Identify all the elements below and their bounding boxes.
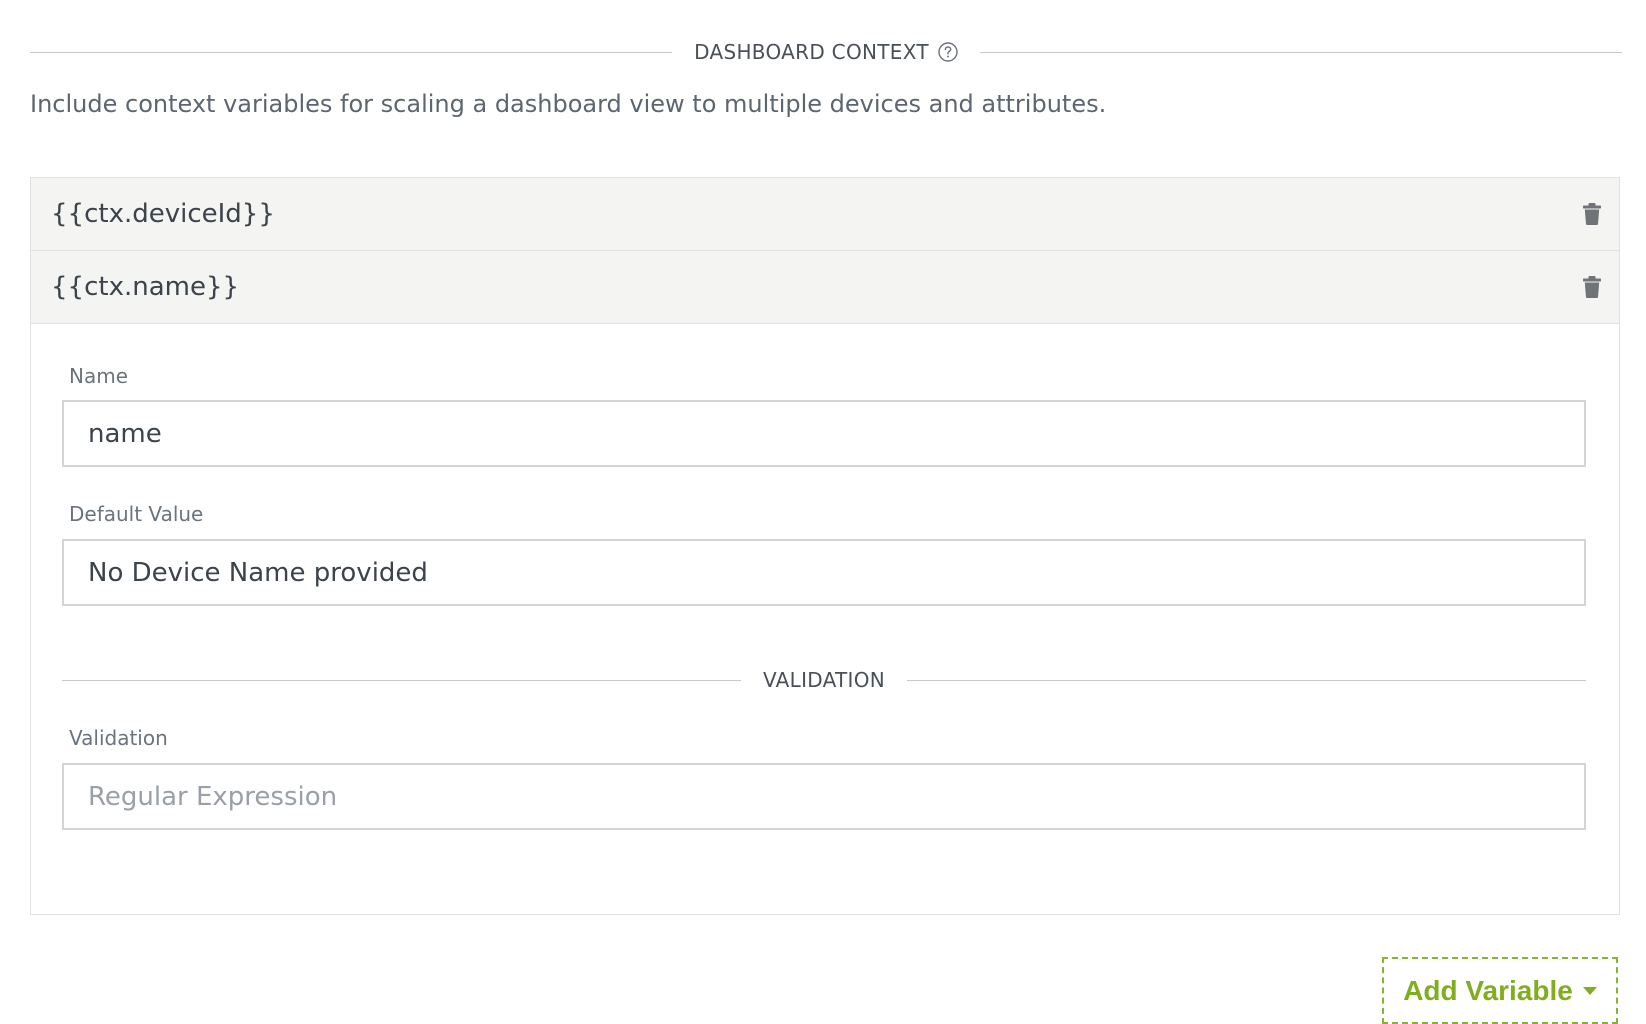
validation-label: Validation [69, 726, 168, 750]
name-label: Name [69, 364, 129, 388]
section-description: Include context variables for scaling a … [30, 90, 1107, 118]
add-variable-button[interactable]: Add Variable [1382, 957, 1618, 1024]
caret-down-icon [1582, 986, 1597, 995]
variable-row-name[interactable]: {{ctx.name}} [31, 251, 1619, 324]
section-title-wrap: DASHBOARD CONTEXT [672, 40, 980, 64]
section-header: DASHBOARD CONTEXT [30, 30, 1622, 74]
default-value-label: Default Value [69, 502, 204, 526]
validation-input[interactable] [62, 763, 1586, 830]
divider-left [30, 51, 673, 53]
default-value-input[interactable] [62, 539, 1586, 606]
divider-right [907, 679, 1586, 681]
variable-editor: Name Default Value VALIDATION Validation [31, 324, 1619, 914]
section-title: DASHBOARD CONTEXT [694, 40, 929, 64]
divider-right [979, 51, 1622, 53]
variable-row-device-id[interactable]: {{ctx.deviceId}} [31, 178, 1619, 251]
trash-icon[interactable] [1581, 275, 1603, 299]
add-variable-label: Add Variable [1403, 974, 1573, 1006]
context-variables-panel: {{ctx.deviceId}} {{ctx.name}} Name Defau… [30, 177, 1620, 915]
question-circle-icon[interactable] [938, 42, 958, 62]
validation-header-title: VALIDATION [762, 668, 886, 692]
trash-icon[interactable] [1581, 202, 1603, 226]
variable-label: {{ctx.name}} [51, 272, 240, 302]
variable-label: {{ctx.deviceId}} [51, 199, 275, 229]
name-input[interactable] [62, 400, 1586, 467]
divider-left [62, 679, 741, 681]
validation-header: VALIDATION [62, 662, 1586, 698]
